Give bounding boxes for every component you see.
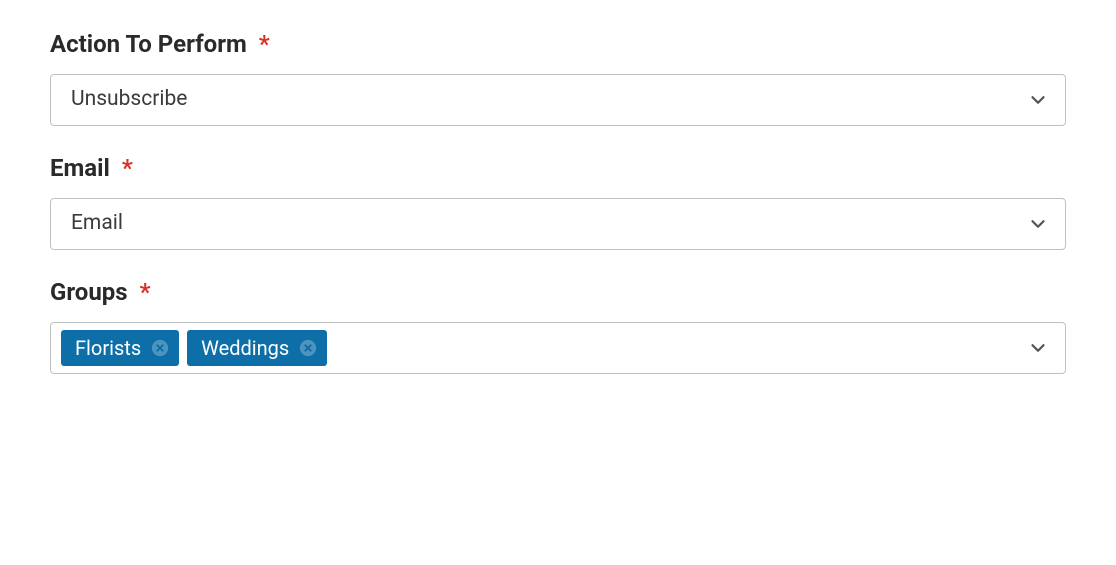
field-email: Email * Email	[50, 154, 1066, 250]
email-label: Email *	[50, 154, 1066, 182]
action-label-text: Action To Perform	[50, 30, 247, 58]
action-select[interactable]: Unsubscribe	[50, 74, 1066, 126]
groups-label: Groups *	[50, 278, 1066, 306]
field-action: Action To Perform * Unsubscribe	[50, 30, 1066, 126]
chevron-down-icon	[1027, 213, 1049, 235]
groups-label-text: Groups	[50, 278, 128, 306]
required-asterisk: *	[140, 278, 151, 306]
action-select-value: Unsubscribe	[71, 85, 187, 114]
tag-remove-weddings[interactable]	[299, 339, 317, 357]
tag-remove-florists[interactable]	[151, 339, 169, 357]
tag-florists: Florists	[61, 330, 179, 366]
tag-weddings: Weddings	[187, 330, 327, 366]
groups-multiselect[interactable]: Florists Weddings	[50, 322, 1066, 374]
email-select-value: Email	[71, 209, 123, 238]
chevron-down-icon	[1027, 337, 1049, 359]
email-label-text: Email	[50, 154, 110, 182]
required-asterisk: *	[259, 30, 270, 58]
groups-tags-container: Florists Weddings	[61, 330, 327, 366]
field-groups: Groups * Florists Weddings	[50, 278, 1066, 374]
email-select[interactable]: Email	[50, 198, 1066, 250]
tag-label: Weddings	[201, 336, 289, 360]
required-asterisk: *	[122, 154, 133, 182]
tag-label: Florists	[75, 336, 141, 360]
action-label: Action To Perform *	[50, 30, 1066, 58]
chevron-down-icon	[1027, 89, 1049, 111]
